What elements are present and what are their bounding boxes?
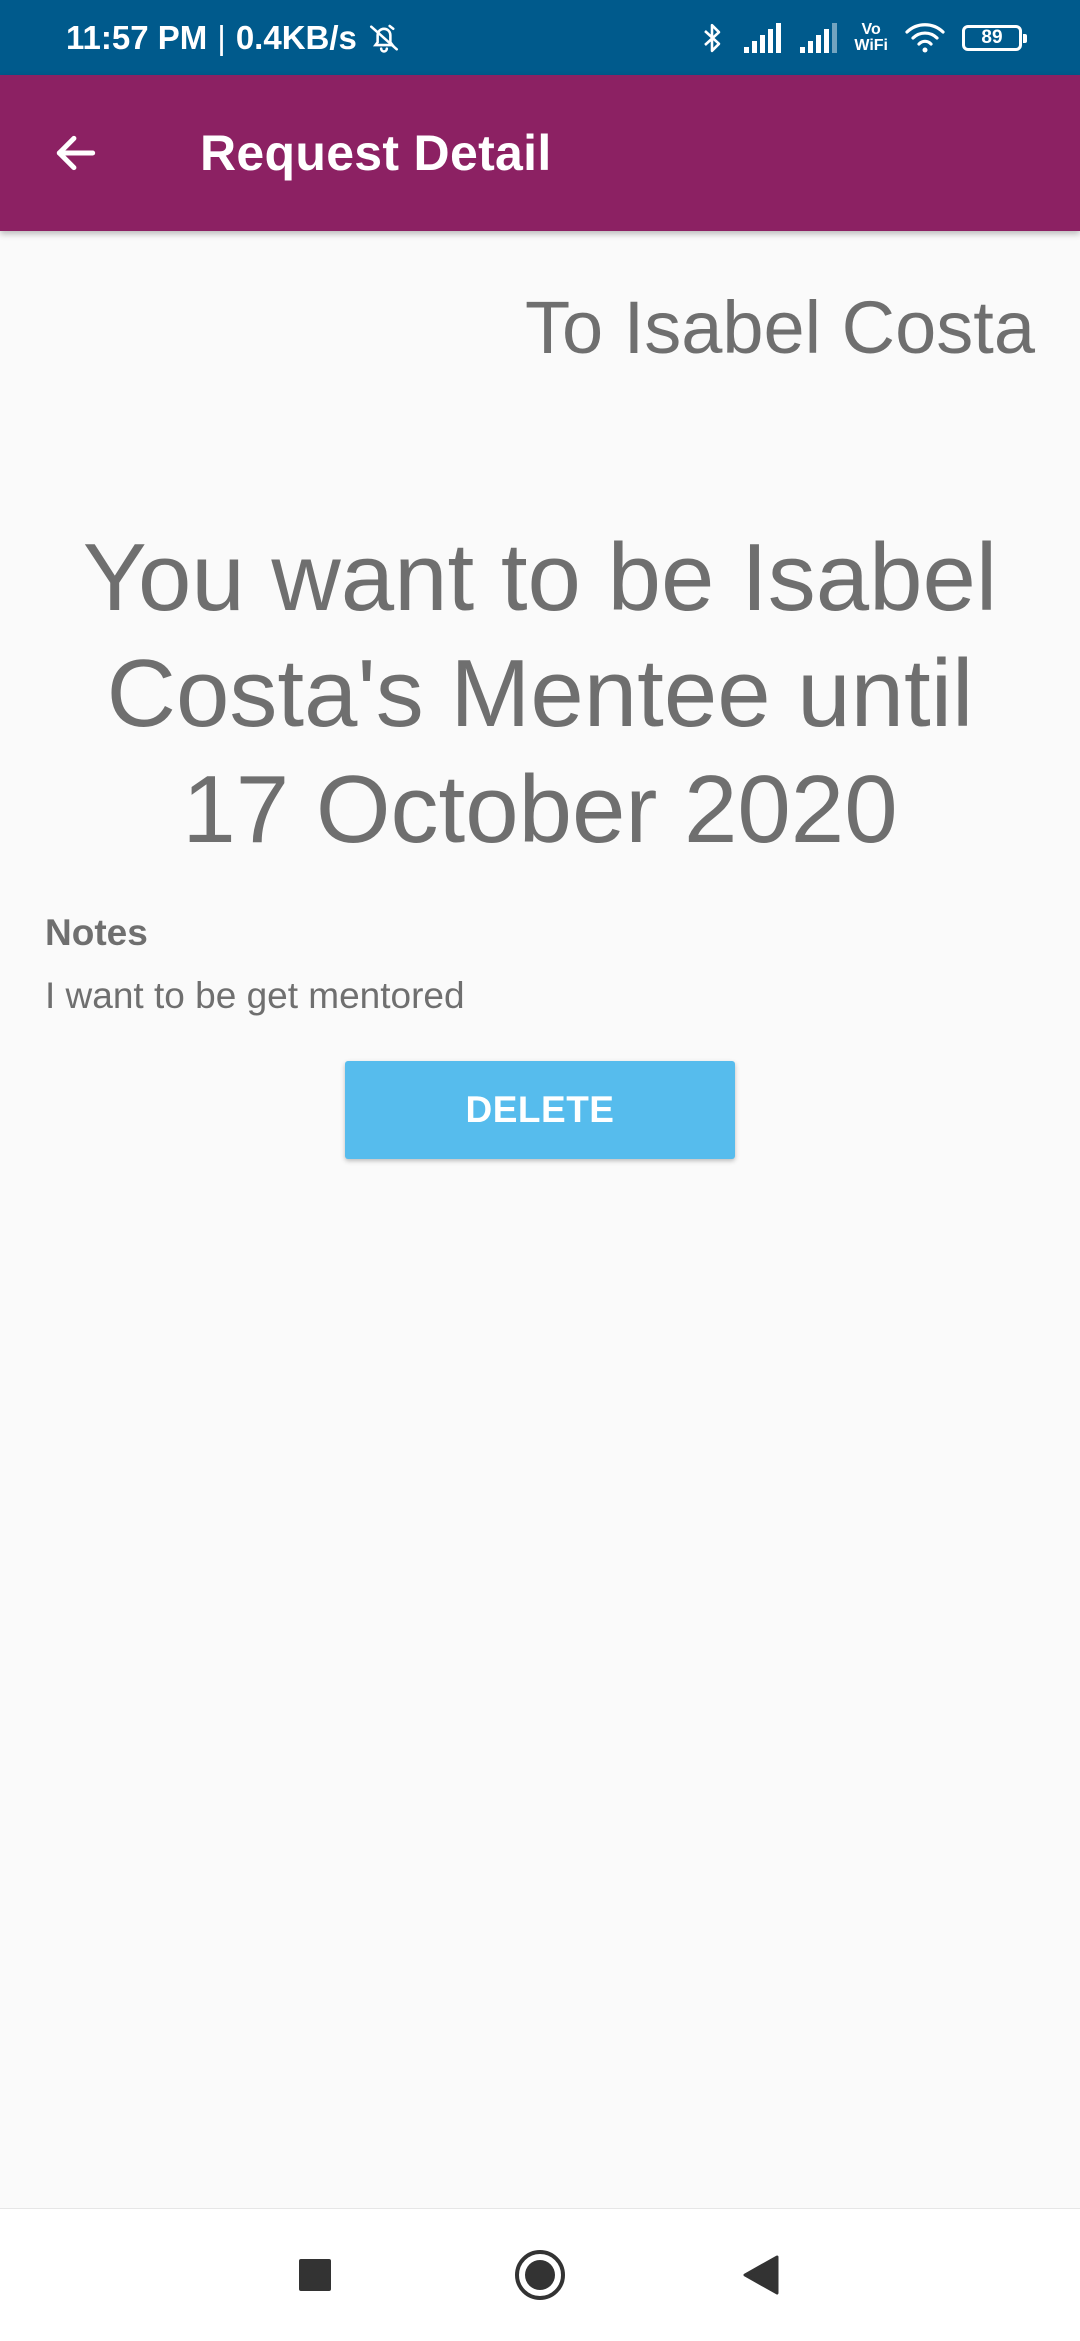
vowifi-top: Vo — [861, 20, 881, 38]
alarm-off-icon — [367, 21, 401, 55]
wifi-icon — [904, 22, 946, 54]
vowifi-icon: Vo WiFi — [854, 20, 888, 54]
signal-icon — [742, 22, 782, 53]
recipient-label: To Isabel Costa — [524, 286, 1035, 369]
status-left: 11:57 PM | 0.4KB/s — [66, 0, 401, 75]
recents-button[interactable] — [255, 2209, 375, 2341]
back-button[interactable] — [38, 115, 114, 191]
home-button[interactable] — [480, 2209, 600, 2341]
delete-button[interactable]: DELETE — [345, 1061, 735, 1159]
back-triangle-icon — [741, 2255, 779, 2295]
battery-level: 89 — [981, 26, 1003, 48]
signal-icon — [798, 22, 838, 53]
nav-back-button[interactable] — [700, 2209, 820, 2341]
page-title: Request Detail — [200, 125, 552, 181]
app-bar: Request Detail — [0, 75, 1080, 231]
navigation-bar — [0, 2208, 1080, 2341]
notes-label: Notes — [45, 912, 148, 953]
status-right: Vo WiFi 89 — [698, 0, 1027, 75]
recents-square-icon — [298, 2258, 332, 2292]
notes-text: I want to be get mentored — [45, 975, 465, 1016]
vowifi-bottom: WiFi — [854, 36, 888, 54]
battery-icon: 89 — [962, 24, 1027, 51]
status-bar: 11:57 PM | 0.4KB/s Vo WiFi 89 — [0, 0, 1080, 75]
arrow-back-icon — [51, 128, 101, 178]
status-net-speed: 0.4KB/s — [235, 18, 357, 56]
home-circle-icon — [514, 2249, 566, 2301]
status-time: 11:57 PM — [66, 18, 208, 56]
status-separator: | — [217, 18, 226, 56]
request-headline: You want to be Isabel Costa's Mentee unt… — [82, 524, 998, 863]
bluetooth-icon — [698, 21, 726, 55]
